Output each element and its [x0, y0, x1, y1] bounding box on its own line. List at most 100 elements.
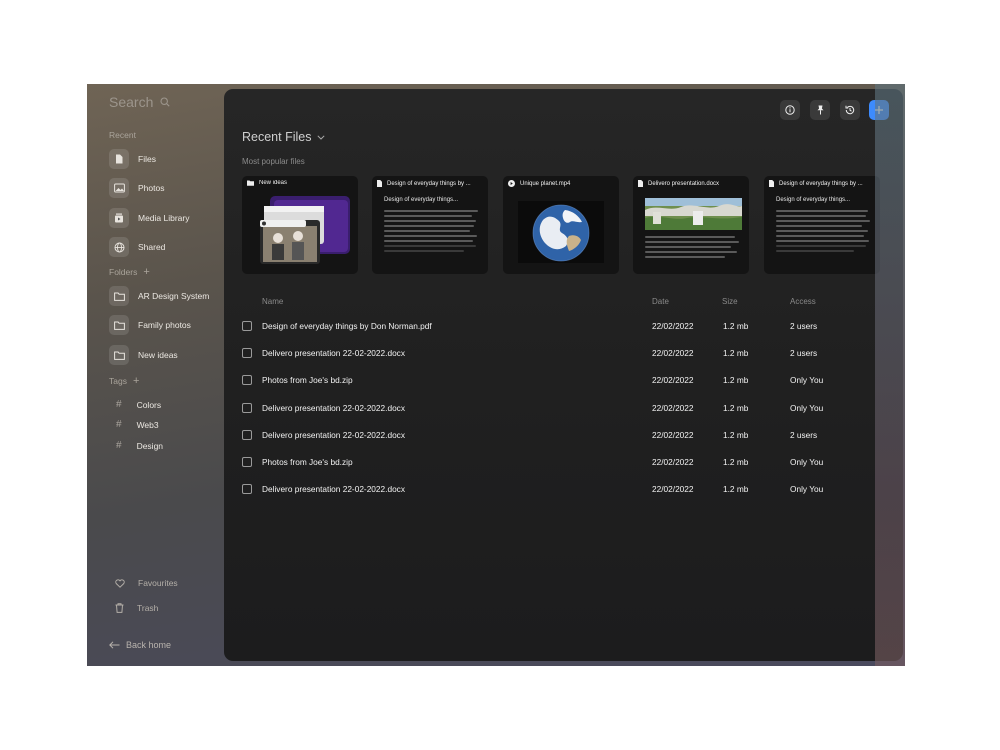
sidebar-item-label: Files	[138, 154, 156, 164]
earth-video-thumbnail	[518, 201, 604, 263]
hash-icon: #	[116, 419, 122, 430]
pin-button[interactable]	[810, 100, 830, 120]
search-field[interactable]: Search	[109, 94, 170, 110]
tag-item-web3[interactable]: # Web3	[116, 419, 159, 430]
file-card[interactable]: Delivero presentation.docx	[633, 176, 749, 274]
row-checkbox[interactable]	[242, 430, 252, 440]
file-size: 1.2 mb	[723, 321, 749, 331]
folder-label: AR Design System	[138, 291, 210, 301]
column-header-size[interactable]: Size	[722, 297, 738, 306]
row-checkbox[interactable]	[242, 484, 252, 494]
row-checkbox[interactable]	[242, 375, 252, 385]
hash-icon: #	[116, 399, 122, 410]
sidebar-item-photos[interactable]: Photos	[109, 178, 164, 198]
tag-label: Colors	[136, 399, 162, 410]
file-access: 2 users	[790, 348, 818, 358]
favourites-item[interactable]: Favourites	[115, 578, 178, 588]
row-checkbox[interactable]	[242, 403, 252, 413]
folder-icon	[113, 351, 125, 360]
column-header-name[interactable]: Name	[262, 297, 283, 306]
file-card[interactable]: New ideas	[242, 176, 358, 274]
add-tag-icon[interactable]: +	[133, 375, 139, 387]
sidebar-item-media-library[interactable]: Media Library	[109, 208, 190, 228]
trash-label: Trash	[137, 603, 159, 613]
column-header-date[interactable]: Date	[652, 297, 669, 306]
app-window: Search Recent Files Photos Media Library…	[87, 84, 905, 666]
row-checkbox[interactable]	[242, 457, 252, 467]
file-size: 1.2 mb	[723, 403, 749, 413]
search-placeholder: Search	[109, 94, 154, 110]
back-home-link[interactable]: Back home	[109, 640, 171, 650]
file-size: 1.2 mb	[723, 430, 749, 440]
info-icon	[785, 105, 795, 115]
doc-icon	[769, 180, 774, 187]
doc-preview-text	[384, 210, 478, 255]
page-title-text: Recent Files	[242, 130, 312, 144]
file-card[interactable]: Design of everyday things by ... Design …	[764, 176, 880, 274]
file-date: 22/02/2022	[652, 375, 694, 385]
row-checkbox[interactable]	[242, 348, 252, 358]
plus-icon	[875, 106, 883, 114]
table-row[interactable]: Design of everyday things by Don Norman.…	[224, 317, 903, 335]
file-access: Only You	[790, 457, 824, 467]
table-row[interactable]: Delivero presentation 22-02-2022.docx 22…	[224, 344, 903, 362]
card-title: Design of everyday things by ...	[779, 180, 863, 187]
folder-label: Family photos	[138, 320, 191, 330]
file-name: Design of everyday things by Don Norman.…	[262, 321, 432, 331]
hash-icon: #	[116, 440, 122, 451]
doc-icon	[377, 180, 382, 187]
row-checkbox[interactable]	[242, 321, 252, 331]
file-name: Delivero presentation 22-02-2022.docx	[262, 348, 405, 358]
file-date: 22/02/2022	[652, 484, 694, 494]
history-button[interactable]	[840, 100, 860, 120]
file-name: Photos from Joe's bd.zip	[262, 375, 353, 385]
page-title[interactable]: Recent Files	[242, 130, 326, 144]
table-row[interactable]: Photos from Joe's bd.zip 22/02/2022 1.2 …	[224, 453, 903, 471]
sidebar-item-files[interactable]: Files	[109, 149, 156, 169]
table-row[interactable]: Photos from Joe's bd.zip 22/02/2022 1.2 …	[224, 371, 903, 389]
table-row[interactable]: Delivero presentation 22-02-2022.docx 22…	[224, 426, 903, 444]
table-row[interactable]: Delivero presentation 22-02-2022.docx 22…	[224, 480, 903, 498]
heart-icon	[115, 578, 125, 588]
file-size: 1.2 mb	[723, 457, 749, 467]
trash-item[interactable]: Trash	[115, 603, 158, 613]
tag-item-design[interactable]: # Design	[116, 440, 163, 451]
file-access: 2 users	[790, 430, 818, 440]
folder-label: New ideas	[138, 350, 178, 360]
add-folder-icon[interactable]: +	[143, 266, 149, 278]
tag-item-colors[interactable]: # Colors	[116, 399, 161, 410]
tag-label: Web3	[136, 419, 159, 430]
table-row[interactable]: Delivero presentation 22-02-2022.docx 22…	[224, 399, 903, 417]
doc-preview-text	[645, 236, 739, 261]
folder-item-ar-design-system[interactable]: AR Design System	[109, 286, 209, 306]
globe-icon	[114, 242, 124, 252]
file-name: Delivero presentation 22-02-2022.docx	[262, 403, 405, 413]
doc-preview-text	[776, 210, 870, 255]
sidebar: Search Recent Files Photos Media Library…	[87, 84, 224, 666]
folder-item-new-ideas[interactable]: New ideas	[109, 345, 178, 365]
column-header-access[interactable]: Access	[790, 297, 816, 306]
file-card[interactable]: Unique planet.mp4	[503, 176, 619, 274]
file-name: Photos from Joe's bd.zip	[262, 457, 353, 467]
chevron-down-icon	[317, 134, 326, 140]
tag-label: Design	[136, 440, 164, 451]
file-icon	[116, 154, 123, 164]
file-date: 22/02/2022	[652, 430, 694, 440]
media-library-icon	[115, 213, 123, 223]
folder-item-family-photos[interactable]: Family photos	[109, 315, 191, 335]
info-button[interactable]	[780, 100, 800, 120]
file-size: 1.2 mb	[723, 348, 749, 358]
file-access: Only You	[790, 484, 824, 494]
folder-icon	[113, 321, 125, 330]
file-access: Only You	[790, 375, 824, 385]
pin-icon	[817, 105, 823, 115]
tags-label: Tags	[109, 376, 127, 386]
folders-section-label: Folders +	[109, 266, 150, 278]
file-name: Delivero presentation 22-02-2022.docx	[262, 484, 405, 494]
file-access: Only You	[790, 403, 824, 413]
file-name: Delivero presentation 22-02-2022.docx	[262, 430, 405, 440]
sidebar-item-shared[interactable]: Shared	[109, 237, 165, 257]
file-card[interactable]: Design of everyday things by ... Design …	[372, 176, 488, 274]
add-button[interactable]	[869, 100, 889, 120]
recent-section-label: Recent	[109, 130, 136, 140]
